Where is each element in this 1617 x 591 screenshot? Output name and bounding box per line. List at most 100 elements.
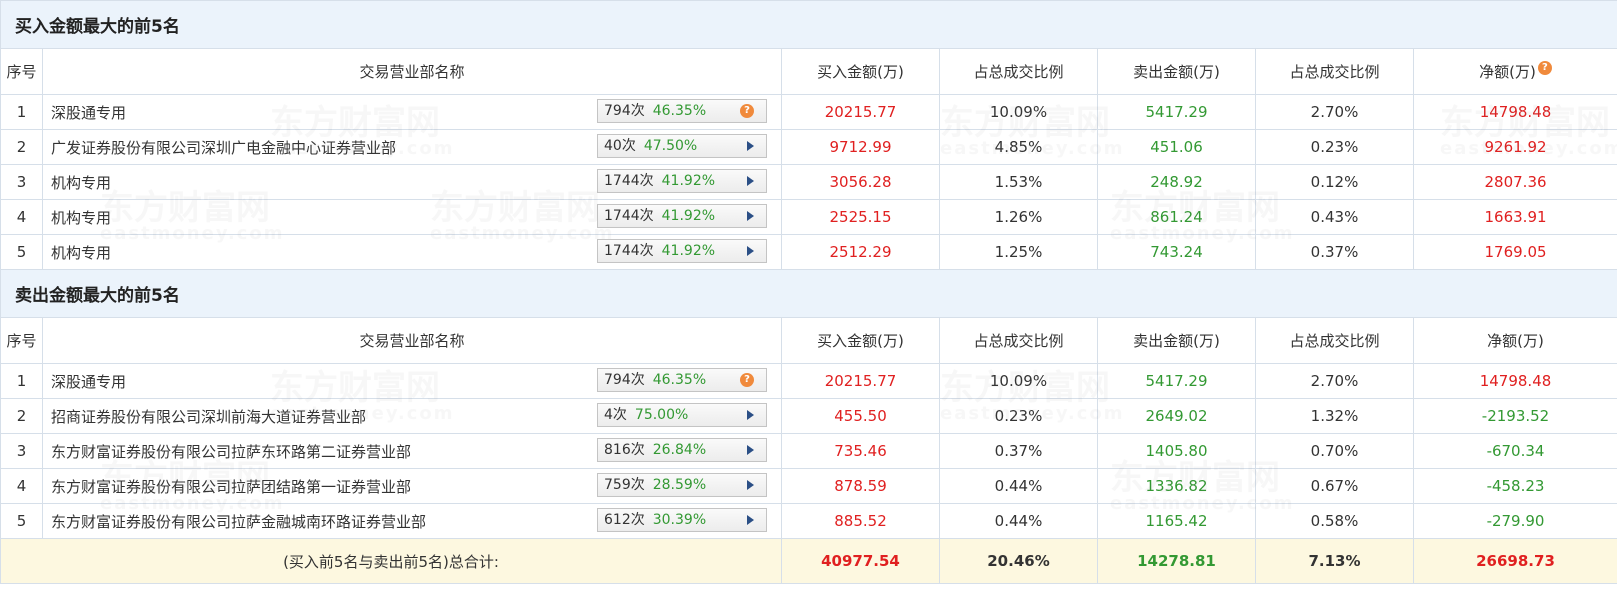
trade-times: 40次 (604, 138, 636, 154)
sell-amount: 861.24 (1097, 199, 1256, 235)
col-header-broker: 交易营业部名称 (42, 317, 782, 364)
buy-ratio: 1.26% (939, 199, 1098, 235)
play-arrow-icon[interactable] (747, 141, 754, 151)
row-index: 1 (0, 94, 43, 130)
broker-name-link[interactable]: 深股通专用 (51, 371, 126, 392)
col-header-buy-label: 买入金额(万) (817, 63, 904, 81)
trade-times: 612次 (604, 512, 645, 528)
sell-ratio: 0.37% (1255, 234, 1414, 270)
net-amount: -670.34 (1412, 433, 1617, 469)
sell-amount: 1165.42 (1097, 503, 1256, 539)
total-net: 26698.73 (1412, 538, 1617, 584)
broker-stats-button[interactable]: 1744次 41.92% (597, 239, 767, 263)
broker-name-link[interactable]: 东方财富证券股份有限公司拉萨金融城南环路证券营业部 (51, 511, 426, 532)
col-header-sell-ratio: 占总成交比例 (1255, 48, 1414, 95)
question-icon[interactable]: ? (740, 373, 754, 387)
col-header-net-label: 净额(万) (1479, 63, 1536, 81)
play-arrow-icon[interactable] (747, 176, 754, 186)
sell-amount: 1336.82 (1097, 468, 1256, 504)
broker-cell: 机构专用 1744次 41.92% (42, 234, 782, 270)
row-index: 4 (0, 199, 43, 235)
col-header-buy-label: 买入金额(万) (817, 332, 904, 350)
question-icon[interactable]: ? (740, 104, 754, 118)
trade-times: 1744次 (604, 208, 654, 224)
col-header-buy-ratio-label: 占总成交比例 (973, 332, 1064, 350)
net-amount: 1769.05 (1412, 234, 1617, 270)
sell-ratio: 0.67% (1255, 468, 1414, 504)
col-header-buy: 买入金额(万) (781, 317, 940, 364)
sell-ratio: 0.23% (1255, 129, 1414, 165)
broker-name-link[interactable]: 机构专用 (51, 172, 111, 193)
broker-stats-button[interactable]: 1744次 41.92% (597, 204, 767, 228)
sell-ratio: 1.32% (1255, 398, 1414, 434)
row-index: 3 (0, 433, 43, 469)
win-rate: 30.39% (652, 512, 707, 528)
dragon-tiger-table: 买入金额最大的前5名 序号 交易营业部名称 买入金额(万) 占总成交比例 卖出金额(万) 占… (0, 0, 1617, 584)
broker-name-link[interactable]: 机构专用 (51, 242, 111, 263)
question-icon[interactable]: ? (1537, 61, 1552, 75)
col-header-net: 净额(万)? (1412, 48, 1617, 95)
buy-ratio: 10.09% (939, 94, 1098, 130)
sell-amount: 248.92 (1097, 164, 1256, 200)
play-arrow-icon[interactable] (747, 445, 754, 455)
broker-cell: 东方财富证券股份有限公司拉萨团结路第一证券营业部 759次 28.59% (42, 468, 782, 504)
sell-ratio: 2.70% (1255, 363, 1414, 399)
broker-name-link[interactable]: 东方财富证券股份有限公司拉萨团结路第一证券营业部 (51, 476, 411, 497)
sell-amount: 2649.02 (1097, 398, 1256, 434)
win-rate: 46.35% (652, 372, 707, 388)
broker-cell: 招商证券股份有限公司深圳前海大道证券营业部 4次 75.00% (42, 398, 782, 434)
play-arrow-icon[interactable] (747, 410, 754, 420)
broker-name-link[interactable]: 深股通专用 (51, 102, 126, 123)
broker-name-link[interactable]: 广发证券股份有限公司深圳广电金融中心证券营业部 (51, 137, 396, 158)
broker-stats-button[interactable]: 759次 28.59% (597, 473, 767, 497)
play-arrow-icon[interactable] (747, 246, 754, 256)
buy-ratio: 4.85% (939, 129, 1098, 165)
section-title-row: 买入金额最大的前5名 (0, 0, 1617, 49)
net-amount: -458.23 (1412, 468, 1617, 504)
row-index: 1 (0, 363, 43, 399)
broker-stats-button[interactable]: 1744次 41.92% (597, 169, 767, 193)
broker-stats-button[interactable]: 816次 26.84% (597, 438, 767, 462)
sell-amount: 743.24 (1097, 234, 1256, 270)
table-row: 4 东方财富证券股份有限公司拉萨团结路第一证券营业部 759次 28.59% 878.5… (0, 468, 1617, 504)
buy-amount: 735.46 (781, 433, 940, 469)
broker-stats-button[interactable]: 794次 46.35%? (597, 99, 767, 123)
buy-ratio: 10.09% (939, 363, 1098, 399)
broker-cell: 东方财富证券股份有限公司拉萨金融城南环路证券营业部 612次 30.39% (42, 503, 782, 539)
sell-amount: 451.06 (1097, 129, 1256, 165)
col-header-broker-label: 交易营业部名称 (359, 332, 465, 350)
broker-name-link[interactable]: 机构专用 (51, 207, 111, 228)
buy-ratio: 0.37% (939, 433, 1098, 469)
broker-name-link[interactable]: 招商证券股份有限公司深圳前海大道证券营业部 (51, 406, 366, 427)
net-amount: 14798.48 (1412, 94, 1617, 130)
col-header-index: 序号 (0, 48, 43, 95)
col-header-index: 序号 (0, 317, 43, 364)
table-row: 3 东方财富证券股份有限公司拉萨东环路第二证券营业部 816次 26.84% 735.4… (0, 433, 1617, 469)
broker-stats-button[interactable]: 4次 75.00% (597, 403, 767, 427)
buy-ratio: 0.23% (939, 398, 1098, 434)
col-header-buy-ratio: 占总成交比例 (939, 48, 1098, 95)
broker-stats-button[interactable]: 40次 47.50% (597, 134, 767, 158)
buy-ratio: 0.44% (939, 503, 1098, 539)
trade-times: 1744次 (604, 173, 654, 189)
table-row: 4 机构专用 1744次 41.92% 2525.15 1.26% 861.24 0.43% 1… (0, 199, 1617, 235)
win-rate: 47.50% (643, 138, 698, 154)
broker-stats-button[interactable]: 794次 46.35%? (597, 368, 767, 392)
play-arrow-icon[interactable] (747, 515, 754, 525)
col-header-sell-ratio-label: 占总成交比例 (1289, 63, 1380, 81)
col-header-index-label: 序号 (6, 332, 37, 350)
win-rate: 41.92% (661, 243, 716, 259)
net-amount: -2193.52 (1412, 398, 1617, 434)
play-arrow-icon[interactable] (747, 480, 754, 490)
broker-name-link[interactable]: 东方财富证券股份有限公司拉萨东环路第二证券营业部 (51, 441, 411, 462)
buy-ratio: 1.25% (939, 234, 1098, 270)
play-arrow-icon[interactable] (747, 211, 754, 221)
trade-times: 759次 (604, 477, 645, 493)
broker-stats-button[interactable]: 612次 30.39% (597, 508, 767, 532)
row-index: 2 (0, 129, 43, 165)
col-header-index-label: 序号 (6, 63, 37, 81)
row-index: 3 (0, 164, 43, 200)
broker-cell: 机构专用 1744次 41.92% (42, 164, 782, 200)
col-header-sell-label: 卖出金额(万) (1133, 332, 1220, 350)
table-header-row: 序号 交易营业部名称 买入金额(万) 占总成交比例 卖出金额(万) 占总成交比例 净额(万) (0, 317, 1617, 364)
